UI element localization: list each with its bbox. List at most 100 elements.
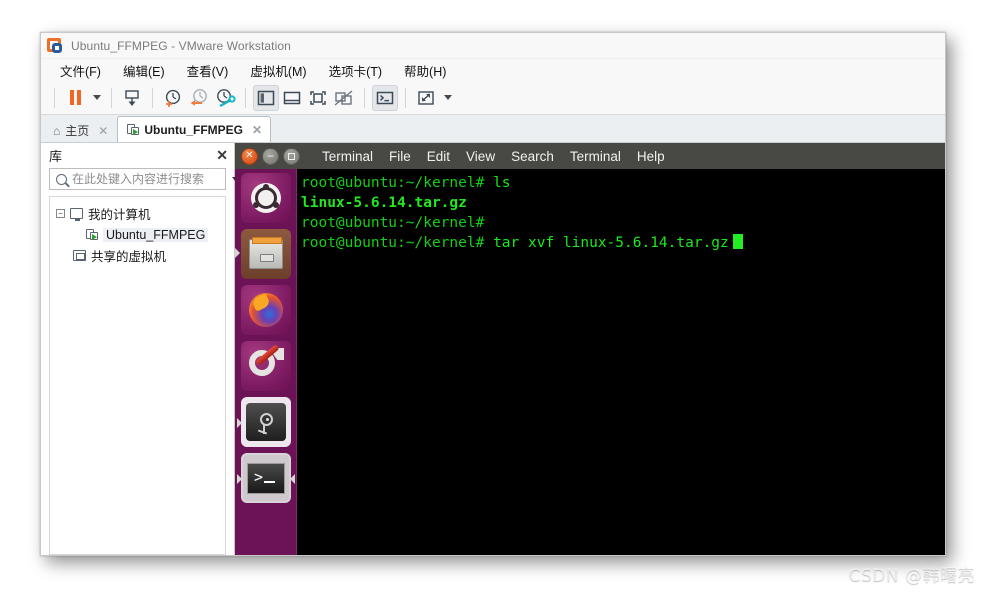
power-on-button[interactable] <box>119 85 145 111</box>
ubuntu-logo-icon <box>251 183 281 213</box>
power-download-icon <box>122 88 142 108</box>
close-icon[interactable]: ✕ <box>216 148 228 162</box>
menu-file[interactable]: 文件(F) <box>49 61 112 80</box>
menu-vm[interactable]: 虚拟机(M) <box>239 61 317 80</box>
pause-icon <box>70 90 81 105</box>
unity-mode-button[interactable] <box>331 85 357 111</box>
library-search-box[interactable] <box>49 168 226 190</box>
toolbar-divider <box>364 88 365 108</box>
panel-left-icon <box>257 90 275 106</box>
suspend-button[interactable] <box>62 85 88 111</box>
guest-close-button[interactable]: ✕ <box>241 148 258 165</box>
fullscreen-icon <box>309 90 327 106</box>
expand-diagonal-icon <box>417 90 435 106</box>
chevron-down-icon <box>93 95 101 100</box>
tree-item-shared-vms[interactable]: 共享的虚拟机 <box>50 245 225 266</box>
guest-menu-file[interactable]: File <box>381 149 419 164</box>
window-title: Ubuntu_FFMPEG - VMware Workstation <box>71 39 291 53</box>
stretch-guest-button[interactable] <box>413 85 439 111</box>
search-input[interactable] <box>72 172 227 186</box>
terminal-command: tar xvf linux-5.6.14.tar.gz <box>493 235 729 251</box>
menu-edit[interactable]: 编辑(E) <box>112 61 176 80</box>
close-icon: ✕ <box>245 151 253 161</box>
guest-menu-terminal-app[interactable]: Terminal <box>314 149 381 164</box>
guest-desktop: > root@ubuntu:~/kernel# ls linux-5.6.14.… <box>235 169 945 555</box>
search-icon <box>56 174 67 185</box>
menu-view[interactable]: 查看(V) <box>176 61 240 80</box>
monitor-icon <box>70 208 83 219</box>
safe-vault-icon <box>246 403 286 441</box>
library-tree: − 我的计算机 Ubuntu_FFMPEG 共享的虚拟机 <box>49 196 226 555</box>
snapshot-manager-button[interactable] <box>212 85 238 111</box>
shared-vm-icon <box>73 250 86 261</box>
chevron-down-icon <box>444 95 452 100</box>
guest-minimize-button[interactable]: − <box>262 148 279 165</box>
home-icon: ⌂ <box>53 124 60 138</box>
terminal-line: root@ubuntu:~/kernel# <box>301 213 945 233</box>
unity-off-icon <box>334 90 354 106</box>
tree-item-vm-ubuntu-ffmpeg[interactable]: Ubuntu_FFMPEG <box>50 224 225 245</box>
tab-bar: ⌂ 主页 ✕ Ubuntu_FFMPEG ✕ <box>41 115 945 143</box>
collapse-icon[interactable]: − <box>56 209 65 218</box>
launcher-files[interactable] <box>241 229 291 279</box>
stretch-dropdown[interactable] <box>439 85 455 111</box>
terminal-cursor <box>733 234 743 249</box>
window-titlebar: Ubuntu_FFMPEG - VMware Workstation <box>41 33 945 59</box>
panel-bottom-icon <box>283 90 301 106</box>
guest-menu-help[interactable]: Help <box>629 149 673 164</box>
guest-maximize-button[interactable] <box>283 148 300 165</box>
tab-home-label: 主页 <box>65 122 89 139</box>
tree-item-label: Ubuntu_FFMPEG <box>103 228 208 242</box>
tree-item-my-computer[interactable]: − 我的计算机 <box>50 203 225 224</box>
focused-indicator-icon <box>290 474 295 484</box>
tree-item-label: 共享的虚拟机 <box>91 246 166 265</box>
terminal-output[interactable]: root@ubuntu:~/kernel# ls linux-5.6.14.ta… <box>297 169 945 555</box>
library-sidebar: 库 ✕ − 我的计算机 Ubuntu_FFMPEG <box>41 143 235 555</box>
vm-icon <box>127 124 139 136</box>
tab-ubuntu-ffmpeg[interactable]: Ubuntu_FFMPEG ✕ <box>117 116 271 142</box>
launcher-dash-home[interactable] <box>241 173 291 223</box>
vmware-logo-icon <box>47 38 63 54</box>
tab-home[interactable]: ⌂ 主页 ✕ <box>43 118 117 142</box>
tab-ubuntu-ffmpeg-label: Ubuntu_FFMPEG <box>144 123 243 137</box>
file-cabinet-icon <box>249 239 283 269</box>
show-thumbnail-bar-button[interactable] <box>279 85 305 111</box>
snapshot-revert-button[interactable] <box>186 85 212 111</box>
guest-menu-terminal[interactable]: Terminal <box>562 149 629 164</box>
guest-menu-edit[interactable]: Edit <box>419 149 458 164</box>
launcher-software[interactable] <box>241 397 291 447</box>
terminal-prompt: root@ubuntu:~/kernel# <box>301 215 493 231</box>
toolbar-divider <box>111 88 112 108</box>
launcher-settings[interactable] <box>241 341 291 391</box>
vm-icon <box>86 229 98 241</box>
menu-tabs[interactable]: 选项卡(T) <box>318 61 393 80</box>
guest-vm-console[interactable]: ✕ − Terminal File Edit View Search Te <box>235 143 945 555</box>
terminal-line: root@ubuntu:~/kernel# tar xvf linux-5.6.… <box>301 233 945 253</box>
clock-back-icon <box>188 88 210 108</box>
unity-launcher: > <box>235 169 297 555</box>
menu-help[interactable]: 帮助(H) <box>393 61 457 80</box>
console-view-button[interactable] <box>372 85 398 111</box>
close-icon[interactable]: ✕ <box>98 124 108 138</box>
toolbar <box>41 81 945 115</box>
launcher-firefox[interactable] <box>241 285 291 335</box>
show-library-button[interactable] <box>253 85 279 111</box>
suspend-dropdown[interactable] <box>88 85 104 111</box>
terminal-command: ls <box>493 175 510 191</box>
terminal-icon: > <box>247 463 285 494</box>
close-icon[interactable]: ✕ <box>252 123 262 137</box>
running-indicator-icon <box>237 474 242 484</box>
guest-menu-search[interactable]: Search <box>503 149 562 164</box>
toolbar-divider <box>405 88 406 108</box>
running-indicator-icon <box>237 418 242 428</box>
snapshot-take-button[interactable] <box>160 85 186 111</box>
firefox-icon <box>249 293 283 327</box>
terminal-line: root@ubuntu:~/kernel# ls <box>301 173 945 193</box>
guest-menu-view[interactable]: View <box>458 149 503 164</box>
launcher-terminal[interactable]: > <box>241 453 291 503</box>
window-body: 库 ✕ − 我的计算机 Ubuntu_FFMPEG <box>41 143 945 555</box>
maximize-icon <box>288 153 295 160</box>
clock-wrench-icon <box>214 88 236 108</box>
full-screen-button[interactable] <box>305 85 331 111</box>
terminal-prompt: root@ubuntu:~/kernel# <box>301 175 493 191</box>
